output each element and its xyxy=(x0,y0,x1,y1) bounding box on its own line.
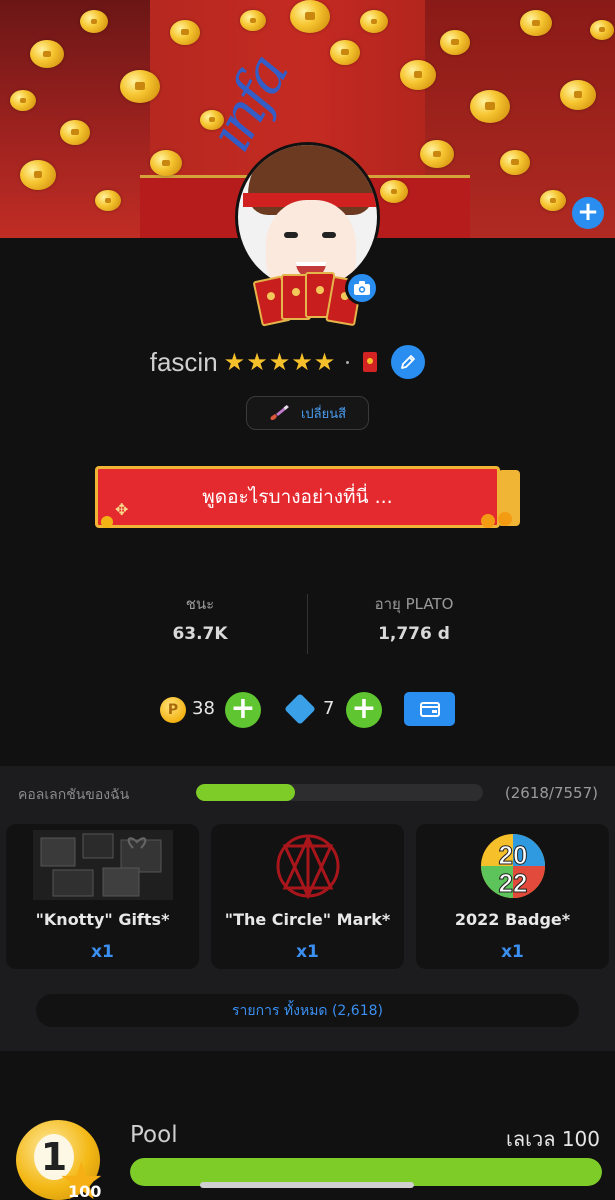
gold-coin-icon xyxy=(560,80,596,110)
gold-coin-icon xyxy=(590,20,614,40)
orange-icon xyxy=(481,514,495,528)
red-envelope-icon[interactable] xyxy=(363,352,378,372)
status-message-banner[interactable]: พูดอะไรบางอย่างที่นี่ ... ✥ xyxy=(95,466,520,532)
paintbrush-icon xyxy=(270,405,289,420)
view-all-collection-button[interactable]: รายการ ทั้งหมด (2,618) xyxy=(36,994,579,1027)
gold-coin-icon xyxy=(120,70,160,103)
game-level-label: เลเวล 100 xyxy=(506,1127,600,1151)
plato-age-label: อายุ PLATO xyxy=(374,595,454,613)
profile-name-row: fascin ★★★★★ xyxy=(0,342,615,382)
status-message-box: พูดอะไรบางอย่างที่นี่ ... xyxy=(95,466,500,528)
badge-2022-bottom-digits: 22 xyxy=(498,868,527,898)
gold-coin-icon xyxy=(500,150,530,175)
gold-coin-icon xyxy=(30,40,64,68)
change-color-button[interactable]: เปลี่ยนสี xyxy=(246,396,369,430)
collection-item-card[interactable]: "The Circle" Mark* x1 xyxy=(211,824,404,969)
avatar-eye-left xyxy=(284,232,298,238)
wins-stat: ชนะ 63.7K xyxy=(100,592,300,644)
orange-icon xyxy=(498,512,512,526)
currency-row: P 38 + 7 + xyxy=(0,690,615,730)
game-name: Pool xyxy=(130,1122,178,1148)
separator-dot xyxy=(346,360,350,364)
level-badge-number: 100 xyxy=(68,1182,102,1200)
gold-coin-icon xyxy=(240,10,266,32)
collection-item-name: "The Circle" Mark* xyxy=(224,910,391,929)
gold-coin-icon xyxy=(150,150,182,177)
status-message-text: พูดอะไรบางอย่างที่นี่ ... xyxy=(202,486,393,508)
gold-coin-icon xyxy=(440,30,470,55)
rating-stars-icon: ★★★★★ xyxy=(223,348,337,376)
camera-icon xyxy=(354,281,370,295)
collection-item-card[interactable]: 20 22 2022 Badge* x1 xyxy=(416,824,609,969)
gold-coin-icon xyxy=(20,160,56,190)
view-all-label: รายการ ทั้งหมด (2,618) xyxy=(232,1002,383,1019)
avatar[interactable] xyxy=(235,142,380,292)
add-cover-button[interactable]: + xyxy=(572,197,604,229)
gold-coin-icon xyxy=(420,140,454,168)
plato-age-stat: อายุ PLATO 1,776 d xyxy=(314,592,514,644)
collection-item-quantity: x1 xyxy=(91,942,114,962)
gold-coin-icon xyxy=(470,90,510,123)
collection-count: (2618/7557) xyxy=(504,784,598,802)
gold-coin-icon xyxy=(80,10,108,33)
gold-coin-icon xyxy=(520,10,552,37)
gold-coin-icon xyxy=(330,40,360,65)
buy-gems-button[interactable]: + xyxy=(346,692,382,728)
collection-item-name: 2022 Badge* xyxy=(454,910,571,929)
gold-coin-icon xyxy=(170,20,200,45)
coin-balance: 38 xyxy=(192,698,215,719)
level-star-badge: ★ 100 xyxy=(58,1156,116,1200)
collection-item-quantity: x1 xyxy=(501,942,524,962)
collection-item-name: "Knotty" Gifts* xyxy=(35,910,170,929)
chinese-knot-icon: ✥ xyxy=(115,500,129,519)
pencil-icon xyxy=(401,355,416,369)
gold-coin-icon xyxy=(290,0,330,33)
coin-icon: P xyxy=(160,697,186,723)
avatar-eye-right xyxy=(322,232,336,238)
avatar-container xyxy=(235,130,380,330)
edit-profile-button[interactable] xyxy=(391,345,426,379)
wins-label: ชนะ xyxy=(185,595,215,613)
home-indicator[interactable] xyxy=(200,1182,414,1188)
change-avatar-camera-button[interactable] xyxy=(345,271,379,305)
gold-coin-icon xyxy=(380,180,408,203)
wallet-button[interactable] xyxy=(404,692,455,726)
gold-coin-icon xyxy=(400,60,436,90)
stats-divider xyxy=(307,594,308,654)
cover-curtain-left xyxy=(0,0,150,238)
badge-2022-icon: 20 22 xyxy=(480,834,545,899)
my-collection-section: คอลเลกชันของฉัน (2618/7557) "Knotty" Gif… xyxy=(0,766,615,1051)
profile-name: fascin xyxy=(149,346,218,377)
knotty-gifts-thumbnail xyxy=(32,830,173,900)
gold-coin-icon xyxy=(360,10,388,33)
stats-row: ชนะ 63.7K อายุ PLATO 1,776 d xyxy=(0,592,615,662)
buy-coins-button[interactable]: + xyxy=(225,692,261,728)
gem-balance: 7 xyxy=(323,698,335,719)
collection-item-card[interactable]: "Knotty" Gifts* x1 xyxy=(6,824,199,969)
collection-item-quantity: x1 xyxy=(296,942,319,962)
gold-coin-icon xyxy=(60,120,90,145)
badge-2022-top-digits: 20 xyxy=(498,840,527,870)
change-color-label: เปลี่ยนสี xyxy=(300,406,347,422)
coin-decoration-icon xyxy=(101,516,113,528)
avatar-red-envelopes-decoration xyxy=(252,272,363,330)
wallet-icon xyxy=(419,702,440,717)
gem-icon xyxy=(284,693,316,725)
wins-value: 63.7K xyxy=(172,624,228,644)
collection-title: คอลเลกชันของฉัน xyxy=(18,787,130,803)
plato-age-value: 1,776 d xyxy=(378,624,450,644)
collection-progress-fill xyxy=(196,784,296,801)
collection-progress-bar xyxy=(196,784,483,801)
circle-mark-icon xyxy=(276,834,339,900)
